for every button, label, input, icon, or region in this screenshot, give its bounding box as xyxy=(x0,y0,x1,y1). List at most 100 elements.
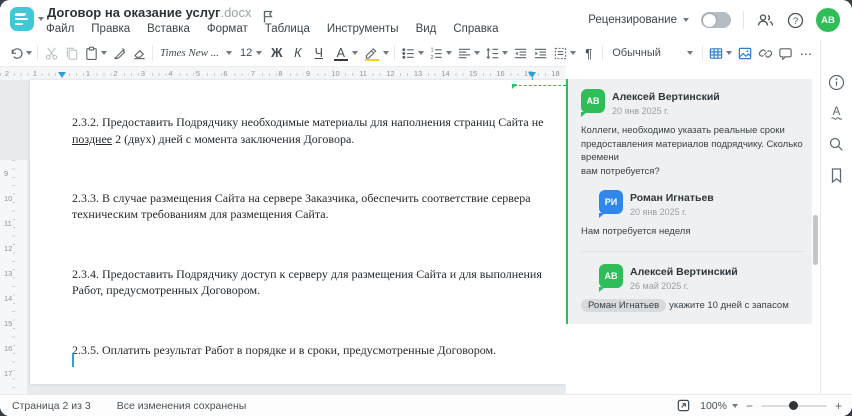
help-icon[interactable]: ? xyxy=(786,11,804,29)
ruler-number: 15 xyxy=(3,318,14,329)
paragraph-2-3-5[interactable]: 2.3.5. Оплатить результат Работ в порядк… xyxy=(72,342,554,358)
logo-caret-icon[interactable] xyxy=(38,17,44,21)
bullet-list-button[interactable] xyxy=(398,42,426,64)
zoom-slider[interactable] xyxy=(760,401,827,410)
spellcheck-icon[interactable]: А xyxy=(828,104,846,122)
font-color-button[interactable]: А xyxy=(329,42,360,64)
indent-marker-right-icon[interactable] xyxy=(528,72,536,86)
app-logo-icon[interactable] xyxy=(10,7,34,31)
menu-view[interactable]: Вид xyxy=(416,23,437,35)
highlight-caret-icon[interactable] xyxy=(382,51,389,55)
ruler-number: 9 xyxy=(303,69,313,78)
page-indicator[interactable]: Страница 2 из 3 xyxy=(12,400,91,412)
font-color-caret-icon[interactable] xyxy=(351,51,358,55)
mention-chip[interactable]: Роман Игнатьев xyxy=(581,298,667,312)
highlight-button[interactable] xyxy=(360,42,391,64)
save-status: Все изменения сохранены xyxy=(116,399,247,412)
horizontal-ruler[interactable]: 21 1 2 3 4 5 6 7 8 9 10 11 12 13 14 15 16 17 18 xyxy=(0,66,570,86)
font-family-value: Times New ... xyxy=(160,47,219,59)
align-caret-icon[interactable] xyxy=(473,51,480,55)
comment-divider xyxy=(581,250,804,252)
paste-caret-icon[interactable] xyxy=(100,51,107,55)
menu-format[interactable]: Формат xyxy=(207,23,248,35)
format-painter-icon[interactable] xyxy=(109,42,129,64)
zoom-out-button[interactable]: − xyxy=(746,399,753,413)
comment-item[interactable]: АВ Алексей Вертинский 20 янв 2025 г. Кол… xyxy=(581,89,804,178)
paragraph-2-3-3[interactable]: 2.3.3. В случае размещения Сайта на серв… xyxy=(72,190,554,222)
top-bar: Договор на оказание услуг.docx Файл Прав… xyxy=(0,0,852,40)
menu-file[interactable]: Файл xyxy=(46,23,74,35)
copy-button[interactable] xyxy=(61,42,81,64)
p232-commented-text[interactable]: позднее xyxy=(72,132,112,146)
insert-image-button[interactable] xyxy=(735,42,756,64)
italic-button[interactable]: К xyxy=(287,42,308,64)
paragraph-settings-button[interactable] xyxy=(550,42,578,64)
review-toggle[interactable] xyxy=(701,12,731,28)
bold-label: Ж xyxy=(271,46,283,60)
menu-tools[interactable]: Инструменты xyxy=(327,23,399,35)
style-select[interactable]: Обычный xyxy=(606,42,699,64)
more-glyph: ⋯ xyxy=(799,46,814,61)
pilcrow-glyph: ¶ xyxy=(585,45,593,61)
insert-table-button[interactable] xyxy=(706,42,735,64)
collaborators-icon[interactable] xyxy=(756,11,774,29)
insert-table-caret-icon[interactable] xyxy=(726,51,733,55)
zoom-select[interactable]: 100% xyxy=(700,400,738,412)
bullet-list-caret-icon[interactable] xyxy=(417,51,424,55)
pilcrow-button[interactable]: ¶ xyxy=(578,42,599,64)
vertical-ruler[interactable]: 91011121314151617181920 xyxy=(0,160,28,416)
insert-link-button[interactable] xyxy=(756,42,776,64)
paragraph-2-3-2[interactable]: 2.3.2. Предоставить Подрядчику необходим… xyxy=(72,114,554,146)
numbered-list-caret-icon[interactable] xyxy=(445,51,452,55)
paragraph-settings-caret-icon[interactable] xyxy=(569,51,576,55)
align-button[interactable] xyxy=(454,42,482,64)
comment-thread-card[interactable]: АВ Алексей Вертинский 20 янв 2025 г. Кол… xyxy=(566,79,812,324)
reply2-text-row: Роман Игнатьев укажите 10 дней с запасом xyxy=(581,298,804,312)
decrease-indent-button[interactable] xyxy=(510,42,530,64)
comment-reply-2[interactable]: АВ Алексей Вертинский 26 май 2025 г. xyxy=(599,263,804,292)
zoom-slider-thumb[interactable] xyxy=(788,401,798,410)
review-mode-select[interactable]: Рецензирование xyxy=(588,14,689,26)
zoom-in-button[interactable]: + xyxy=(835,399,842,413)
undo-button[interactable] xyxy=(6,42,34,64)
bookmark-icon[interactable] xyxy=(828,166,846,184)
document-title-text: Договор на оказание услуг xyxy=(47,5,221,20)
indent-marker-left-icon[interactable] xyxy=(58,72,66,78)
topbar-right-cluster: Рецензирование ? АВ xyxy=(588,8,840,32)
comments-scrollbar[interactable] xyxy=(813,215,818,265)
user-avatar[interactable]: АВ xyxy=(816,8,840,32)
right-sidebar: А xyxy=(820,40,852,394)
menu-edit[interactable]: Правка xyxy=(91,23,130,35)
undo-caret-icon[interactable] xyxy=(25,51,32,55)
comments-panel: АВ Алексей Вертинский 20 янв 2025 г. Кол… xyxy=(566,66,820,394)
underline-button[interactable]: Ч xyxy=(308,42,329,64)
ruler-number: 16 xyxy=(3,343,14,354)
search-icon[interactable] xyxy=(828,135,846,153)
paste-button[interactable] xyxy=(81,42,109,64)
paragraph-2-3-4[interactable]: 2.3.4. Предоставить Подрядчику доступ к … xyxy=(72,266,554,298)
style-caret-icon xyxy=(686,51,693,55)
line-spacing-button[interactable] xyxy=(482,42,510,64)
font-family-select[interactable]: Times New ... xyxy=(156,42,236,64)
toolbar-more-button[interactable]: ⋯ xyxy=(796,42,817,64)
menu-table[interactable]: Таблица xyxy=(265,23,310,35)
cut-button[interactable] xyxy=(41,42,61,64)
menu-insert[interactable]: Вставка xyxy=(147,23,190,35)
info-icon[interactable] xyxy=(828,73,846,91)
clear-formatting-icon[interactable] xyxy=(129,42,149,64)
ruler-number: 10 xyxy=(329,69,342,78)
numbered-list-button[interactable]: 12 xyxy=(426,42,454,64)
menu-help[interactable]: Справка xyxy=(453,23,498,35)
increase-indent-button[interactable] xyxy=(530,42,550,64)
reply-date: 20 янв 2025 г. xyxy=(630,207,687,217)
line-spacing-caret-icon[interactable] xyxy=(501,51,508,55)
document-page[interactable]: 2.3.2. Предоставить Подрядчику необходим… xyxy=(30,80,566,384)
insert-comment-button[interactable] xyxy=(776,42,796,64)
comment-reply[interactable]: РИ Роман Игнатьев 20 янв 2025 г. xyxy=(599,190,804,218)
document-text[interactable]: 2.3.2. Предоставить Подрядчику необходим… xyxy=(72,82,554,416)
fit-width-icon[interactable] xyxy=(674,397,692,415)
font-size-select[interactable]: 12 xyxy=(236,42,266,64)
ruler-number: 14 xyxy=(439,69,452,78)
bold-button[interactable]: Ж xyxy=(266,42,287,64)
text-cursor xyxy=(72,353,74,367)
